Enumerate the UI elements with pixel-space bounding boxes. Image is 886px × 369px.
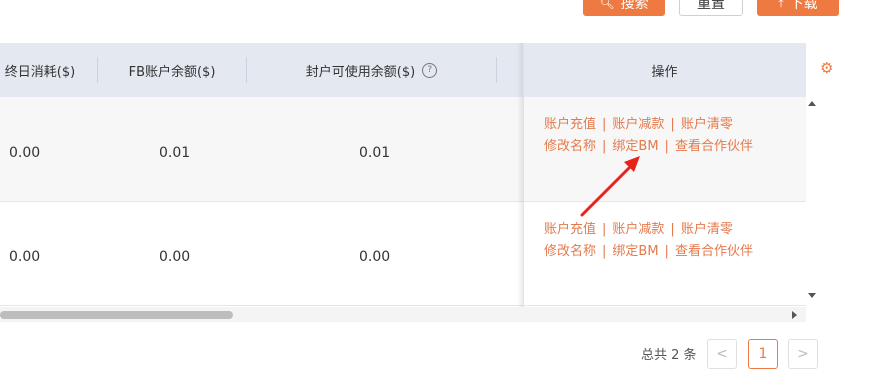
action-separator: |	[602, 222, 607, 237]
reset-button[interactable]: 重置	[679, 0, 743, 16]
next-page-button[interactable]: >	[788, 339, 818, 369]
search-button-label: 搜索	[620, 0, 649, 12]
download-button[interactable]: ⤒ 下载	[757, 0, 839, 16]
gear-icon[interactable]: ⚙	[820, 60, 836, 76]
vertical-scrollbar[interactable]	[806, 97, 819, 307]
clear-link[interactable]: 账户清零	[681, 222, 733, 237]
cell-fb-balance: 0.00	[159, 249, 191, 265]
cell-daily-spend: 0.00	[9, 145, 41, 161]
action-separator: |	[664, 139, 669, 154]
deduct-link[interactable]: 账户减款	[612, 117, 664, 132]
action-separator: |	[602, 244, 607, 259]
partners-link[interactable]: 查看合作伙伴	[675, 139, 753, 154]
rename-link[interactable]: 修改名称	[544, 244, 596, 259]
recharge-link[interactable]: 账户充值	[544, 117, 596, 132]
partners-link[interactable]: 查看合作伙伴	[675, 244, 753, 259]
cell-fb-balance: 0.01	[159, 145, 191, 161]
page-button-current[interactable]: 1	[748, 339, 778, 369]
header-daily-spend: 终日消耗($)	[4, 64, 76, 80]
action-separator: |	[670, 222, 675, 237]
bind-bm-link[interactable]: 绑定BM	[612, 244, 658, 259]
upload-icon: ⤒	[778, 0, 784, 10]
download-button-label: 下载	[789, 0, 818, 12]
header-divider	[496, 57, 497, 83]
row-actions: 账户充值 | 账户减款 | 账户清零 修改名称 | 绑定BM | 查看合作伙伴	[544, 219, 753, 263]
header-operation: 操作	[523, 43, 806, 97]
pagination-total: 总共 2 条	[641, 348, 697, 363]
horizontal-scrollbar[interactable]	[0, 307, 806, 322]
recharge-link[interactable]: 账户充值	[544, 222, 596, 237]
scroll-down-icon[interactable]	[808, 293, 816, 298]
cell-capped-balance: 0.00	[359, 249, 391, 265]
action-separator: |	[664, 244, 669, 259]
reset-button-label: 重置	[697, 0, 725, 12]
search-icon: 🔍︎	[599, 0, 615, 10]
help-icon[interactable]: ?	[422, 62, 438, 78]
header-capped-balance-label: 封户可使用余额($)	[305, 64, 416, 80]
annotation-arrow-icon	[580, 156, 640, 217]
action-separator: |	[670, 117, 675, 132]
header-operation-label: 操作	[651, 64, 678, 80]
row-actions: 账户充值 | 账户减款 | 账户清零 修改名称 | 绑定BM | 查看合作伙伴	[544, 114, 753, 158]
action-separator: |	[602, 117, 607, 132]
row-divider	[0, 305, 806, 306]
header-capped-balance: 封户可使用余额($) ?	[247, 43, 496, 97]
cell-capped-balance: 0.01	[359, 145, 391, 161]
scroll-right-icon[interactable]	[792, 311, 797, 319]
search-button[interactable]: 🔍︎ 搜索	[583, 0, 665, 16]
prev-page-button[interactable]: <	[707, 339, 737, 369]
cell-daily-spend: 0.00	[9, 249, 41, 265]
deduct-link[interactable]: 账户减款	[612, 222, 664, 237]
operation-column-border	[523, 43, 524, 307]
horizontal-scroll-thumb[interactable]	[0, 311, 233, 319]
scroll-up-icon[interactable]	[808, 101, 816, 106]
clear-link[interactable]: 账户清零	[681, 117, 733, 132]
header-fb-balance: FB账户余额($)	[128, 64, 216, 80]
